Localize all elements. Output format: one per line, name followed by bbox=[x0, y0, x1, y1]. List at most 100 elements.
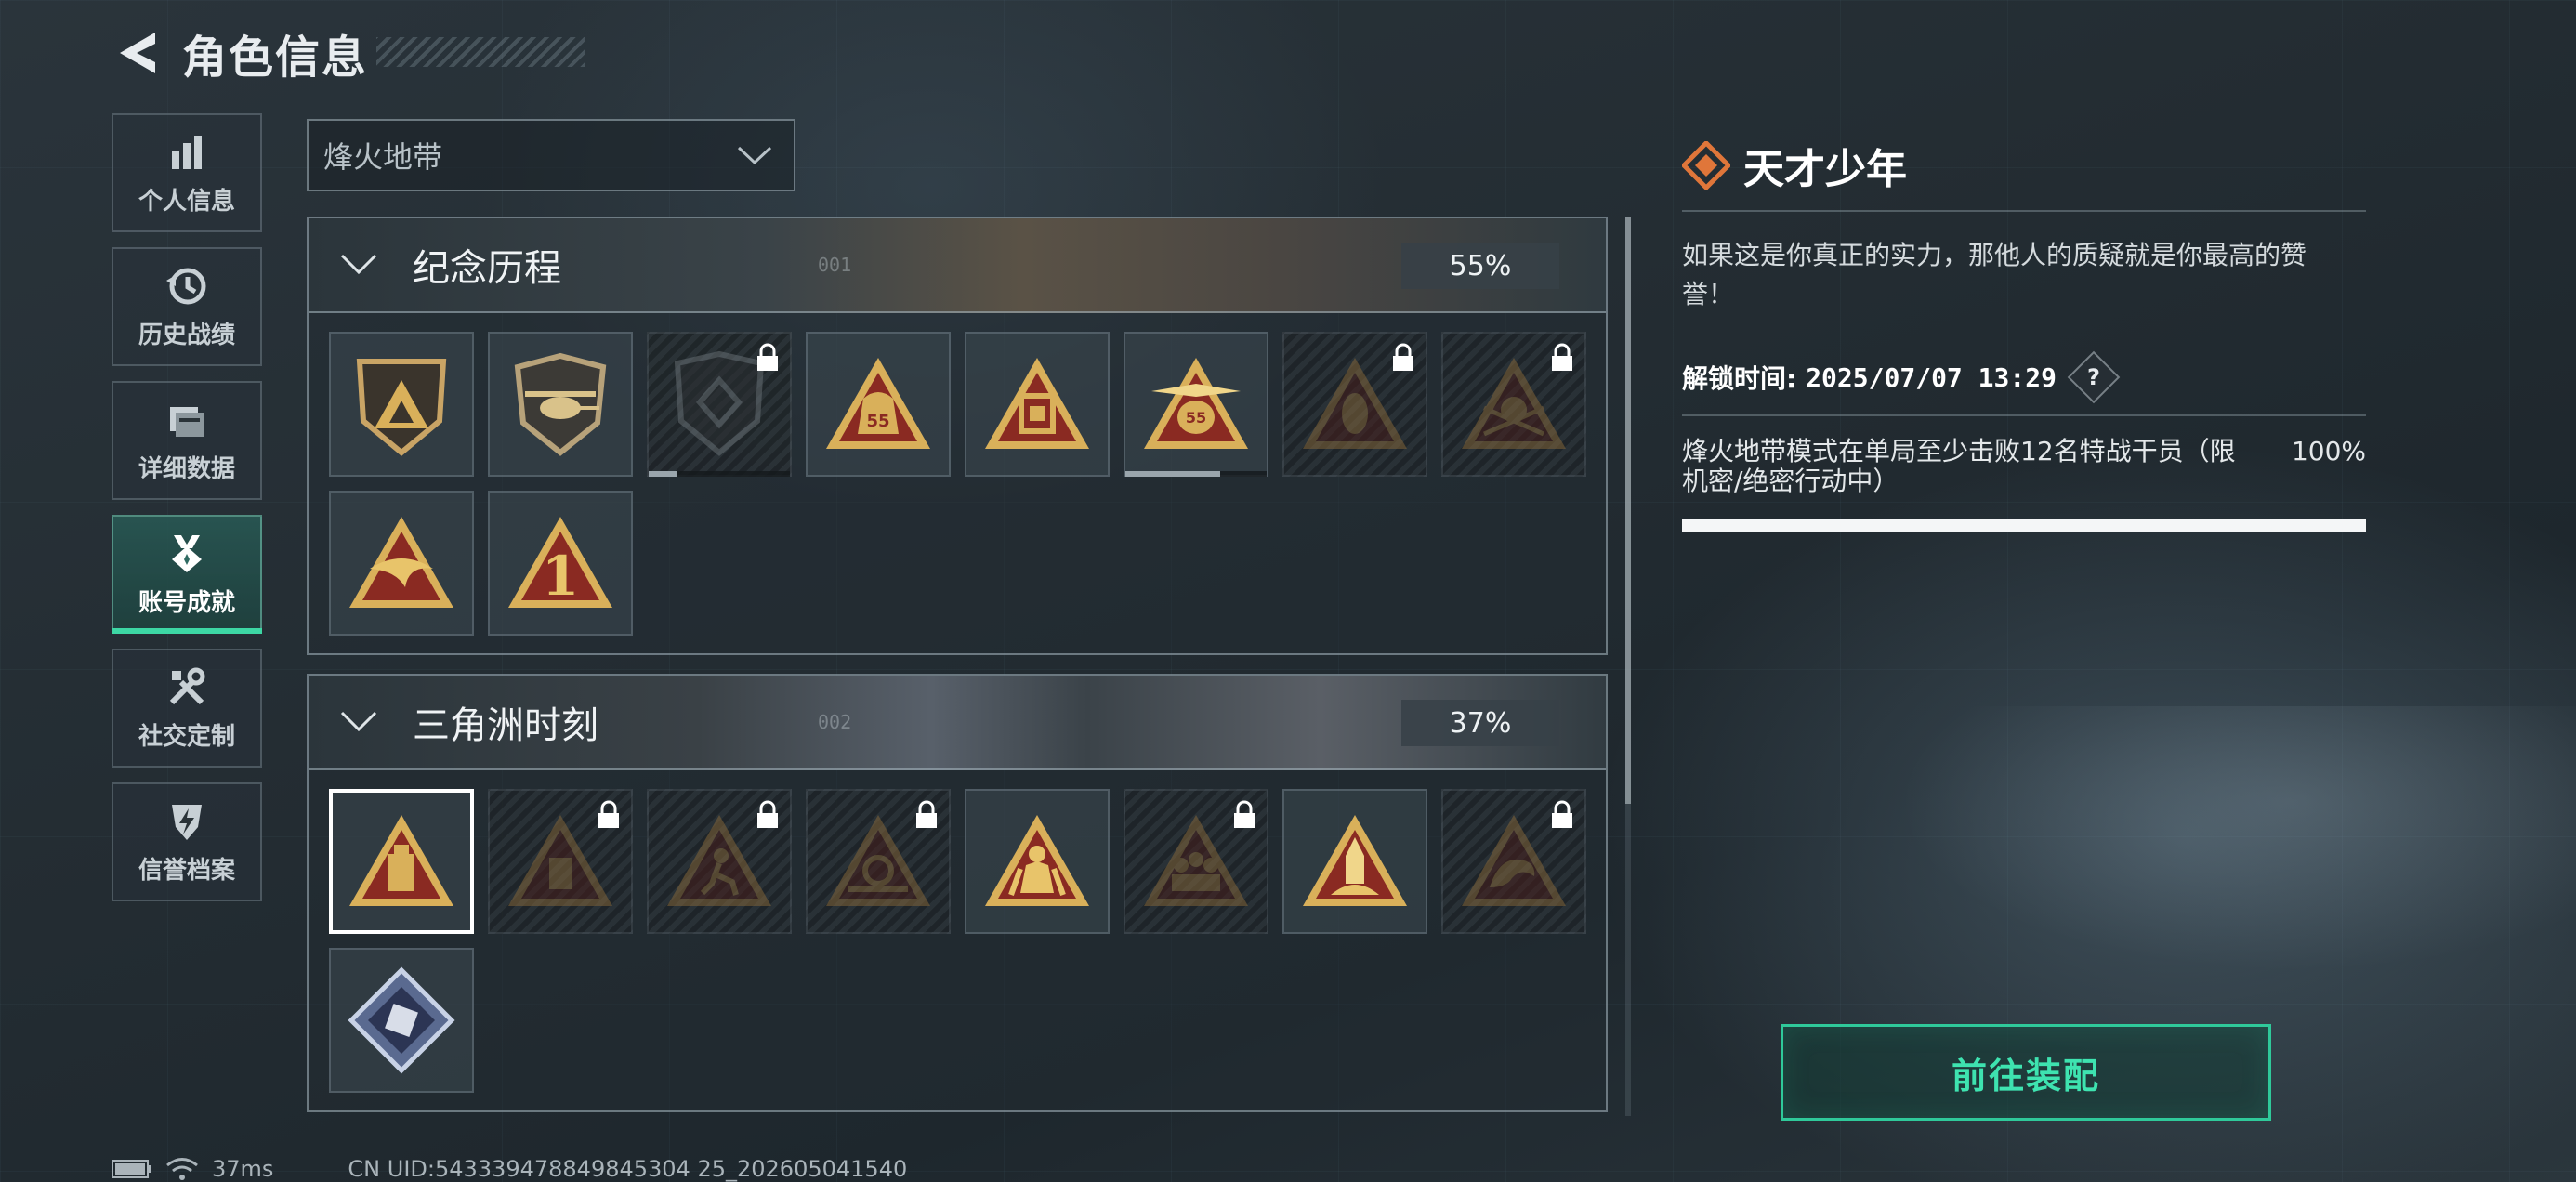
uid-text: CN UID:543339478849845304 25_20260504154… bbox=[348, 1156, 908, 1182]
svg-text:55: 55 bbox=[866, 412, 889, 431]
section-title: 三角洲时刻 bbox=[413, 704, 598, 747]
badge-soldier[interactable] bbox=[1441, 332, 1586, 477]
section-header[interactable]: 三角洲时刻 002 37% bbox=[309, 676, 1606, 770]
back-arrow-icon bbox=[120, 33, 155, 73]
badge-usb[interactable] bbox=[329, 789, 474, 934]
badge-squad[interactable] bbox=[965, 789, 1110, 934]
badge-rocket[interactable] bbox=[1282, 789, 1427, 934]
section-header[interactable]: 纪念历程 001 55% bbox=[309, 218, 1606, 313]
section-percent: 37% bbox=[1401, 700, 1559, 746]
money-bag-emblem-icon: 55 bbox=[826, 358, 930, 449]
sidebar-item-label: 详细数据 bbox=[138, 454, 235, 483]
tools-icon bbox=[169, 667, 205, 704]
detail-title-row: 天才少年 bbox=[1682, 139, 2366, 193]
chevron-down-icon bbox=[737, 146, 772, 165]
history-clock-icon bbox=[166, 268, 206, 304]
badge-mask[interactable] bbox=[1282, 332, 1427, 477]
lock-icon bbox=[598, 800, 619, 828]
rocket-emblem-icon bbox=[1303, 815, 1407, 906]
mode-dropdown-value: 烽火地带 bbox=[323, 139, 443, 175]
sidebar-item-label: 社交定制 bbox=[138, 722, 235, 751]
divider bbox=[1682, 414, 2366, 416]
achievement-description: 如果这是你真正的实力，那他人的质疑就是你最高的赞誉！ bbox=[1682, 240, 2307, 309]
sidebar-item-details[interactable]: 详细数据 bbox=[112, 381, 262, 500]
sidebar-item-achievements[interactable]: 账号成就 bbox=[112, 515, 262, 634]
sidebar-item-label: 个人信息 bbox=[138, 187, 235, 216]
sidebar-item-social[interactable]: 社交定制 bbox=[112, 649, 262, 768]
back-button[interactable] bbox=[110, 25, 162, 81]
badge-wave[interactable] bbox=[329, 491, 474, 636]
divider bbox=[1682, 210, 2366, 212]
lock-icon bbox=[1393, 343, 1413, 371]
condition-text: 烽火地带模式在单局至少击败12名特战干员（限机密/绝密行动中） bbox=[1682, 436, 2236, 496]
unlock-time-row: 解锁时间: 2025/07/07 13:29 ? bbox=[1682, 350, 2366, 404]
sidebar-item-history[interactable]: 历史战绩 bbox=[112, 247, 262, 366]
condition-percent: 100% bbox=[2291, 436, 2366, 466]
go-equip-label: 前往装配 bbox=[1951, 1055, 2100, 1097]
badge-team[interactable] bbox=[1124, 789, 1268, 934]
badge-crystal[interactable] bbox=[329, 948, 474, 1093]
scrollbar[interactable] bbox=[1625, 217, 1631, 1116]
scrollbar-thumb[interactable] bbox=[1625, 217, 1631, 804]
help-button[interactable]: ? bbox=[2067, 350, 2121, 404]
sidebar-item-label: 历史战绩 bbox=[138, 321, 235, 349]
achievement-title: 天才少年 bbox=[1743, 146, 1907, 193]
helicopter-emblem-icon bbox=[514, 352, 607, 456]
sidebar-item-label: 信誉档案 bbox=[138, 856, 235, 885]
status-bar: 37ms CN UID:543339478849845304 25_202605… bbox=[112, 1156, 907, 1182]
usb-drive-emblem-icon bbox=[349, 815, 453, 906]
badge-helicopter[interactable] bbox=[488, 332, 633, 477]
badge-progress-bar bbox=[649, 471, 790, 477]
medal-icon bbox=[172, 534, 202, 572]
sidebar-item-profile[interactable]: 个人信息 bbox=[112, 113, 262, 232]
lock-icon bbox=[916, 800, 937, 828]
unlock-time-label: 解锁时间: bbox=[1682, 363, 1797, 394]
sidebar-item-label: 账号成就 bbox=[138, 588, 235, 617]
badge-bag-55[interactable]: 55 bbox=[806, 332, 951, 477]
go-equip-button[interactable]: 前往装配 bbox=[1781, 1024, 2271, 1121]
squad-emblem-icon bbox=[985, 815, 1089, 906]
badge-progress-bar bbox=[1125, 471, 1267, 477]
ping-text: 37ms bbox=[212, 1156, 274, 1182]
badge-mountain[interactable] bbox=[329, 332, 474, 477]
badge-hand-gear[interactable] bbox=[806, 789, 951, 934]
svg-text:1: 1 bbox=[542, 545, 579, 608]
battery-icon bbox=[112, 1160, 151, 1178]
wave-emblem-icon bbox=[349, 517, 453, 608]
badge-progress-fill bbox=[649, 471, 677, 477]
bar-chart-icon bbox=[172, 135, 202, 169]
badge-number-one[interactable]: 1 bbox=[488, 491, 633, 636]
badge-winged-55[interactable]: 55 bbox=[1124, 332, 1268, 477]
badge-drive[interactable] bbox=[488, 789, 633, 934]
badge-dragon[interactable] bbox=[1441, 789, 1586, 934]
badge-diamond-shield[interactable] bbox=[647, 332, 792, 477]
badge-runner[interactable] bbox=[647, 789, 792, 934]
section-percent: 55% bbox=[1401, 243, 1559, 289]
lock-icon bbox=[757, 343, 778, 371]
number-one-emblem-icon: 1 bbox=[508, 517, 612, 608]
crate-emblem-icon bbox=[985, 358, 1089, 449]
shield-bolt-icon bbox=[172, 804, 202, 840]
mode-dropdown[interactable]: 烽火地带 bbox=[307, 119, 795, 191]
wifi-icon bbox=[166, 1158, 198, 1180]
page-title: 角色信息 bbox=[182, 32, 369, 84]
condition-progress-bar bbox=[1682, 519, 2366, 532]
chevron-down-icon bbox=[340, 711, 377, 732]
badge-progress-fill bbox=[1125, 471, 1220, 477]
svg-text:55: 55 bbox=[1186, 409, 1206, 427]
achievement-section-memorial: 纪念历程 001 55% 55 55 1 bbox=[307, 217, 1608, 655]
condition-progress-fill bbox=[1682, 519, 2366, 532]
crystal-emblem-icon bbox=[348, 966, 455, 1074]
condition-row: 烽火地带模式在单局至少击败12名特战干员（限机密/绝密行动中） 100% bbox=[1682, 437, 2366, 496]
folder-icon bbox=[170, 406, 204, 437]
unlock-time-value: 2025/07/07 13:29 bbox=[1806, 361, 2057, 393]
achievement-section-delta-moments: 三角洲时刻 002 37% bbox=[307, 674, 1608, 1112]
page-header: 角色信息 bbox=[110, 20, 368, 85]
section-code: 002 bbox=[818, 711, 852, 733]
sidebar-item-reputation[interactable]: 信誉档案 bbox=[112, 782, 262, 901]
badge-box[interactable] bbox=[965, 332, 1110, 477]
lock-icon bbox=[1552, 800, 1572, 828]
achievement-diamond-icon bbox=[1682, 141, 1730, 190]
lock-icon bbox=[757, 800, 778, 828]
achievement-detail-panel: 天才少年 如果这是你真正的实力，那他人的质疑就是你最高的赞誉！ 解锁时间: 20… bbox=[1682, 139, 2366, 532]
